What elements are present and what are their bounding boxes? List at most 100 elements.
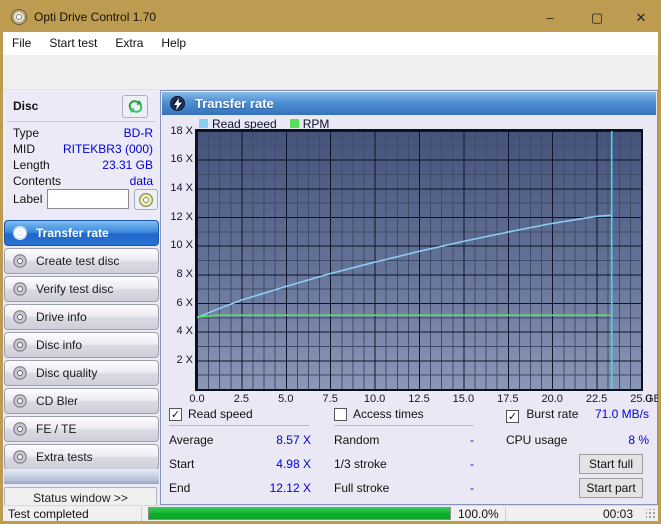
disc-icon [13,254,27,268]
disc-label-row: Label [13,189,158,210]
disc-field-contents: Contents data [13,174,153,188]
transfer-rate-panel: Transfer rate Read speed RPM 2 X4 X6 X8 … [160,90,658,505]
statusbar-divider [141,507,142,521]
disc-icon [13,394,27,408]
sidebar-item-extra-tests[interactable]: Extra tests [4,444,159,470]
disc-label-button[interactable] [134,189,158,210]
stat-row-full-stroke: Full stroke - [334,481,474,495]
menu-start-test[interactable]: Start test [40,32,106,55]
chart-series [197,131,613,389]
app-disc-icon [11,9,27,25]
x-axis-unit-label: GB [645,393,661,405]
progress-bar [148,507,451,520]
burst-rate-row: ✓ Burst rate 71.0 MB/s [506,407,649,423]
statusbar: Test completed 100.0% 00:03 [3,505,658,521]
disc-icon [13,338,27,352]
app-window: Opti Drive Control 1.70 – ▢ ✕ File Start… [0,0,661,524]
sidebar-item-verify-test-disc[interactable]: Verify test disc [4,276,159,302]
sidebar-item-disc-quality[interactable]: Disc quality [4,360,159,386]
y-axis-tick-label: 4 X [176,325,193,338]
stat-row-random: Random - [334,433,474,447]
x-axis-tick-label: 0.0 [189,393,205,405]
burst-rate-checkbox[interactable]: ✓ [506,410,519,423]
divider [7,121,155,122]
minimize-button[interactable]: – [534,3,566,32]
x-axis-tick-label: 7.5 [322,393,338,405]
read-speed-checkbox-label: Read speed [188,407,253,421]
sidebar-item-cd-bler[interactable]: CD Bler [4,388,159,414]
titlebar: Opti Drive Control 1.70 – ▢ ✕ [3,3,658,32]
stat-row-start: Start 4.98 X [169,457,311,471]
y-axis-tick-label: 18 X [170,124,193,137]
transfer-rate-icon [170,96,185,111]
chart-plot-area [197,131,641,389]
maximize-button[interactable]: ▢ [581,3,613,32]
x-axis-tick-label: 17.5 [497,393,519,405]
burst-rate-value: 71.0 MB/s [594,407,649,421]
disc-icon [13,366,27,380]
disc-icon [13,226,27,240]
stat-row-average: Average 8.57 X [169,433,311,447]
y-axis-tick-label: 6 X [176,296,193,309]
panel-title: Transfer rate [195,96,274,111]
divider [169,425,309,426]
disc-field-type: Type BD-R [13,126,153,140]
x-axis-tick-label: 22.5 [585,393,608,405]
read-speed-checkbox[interactable]: ✓ [169,407,182,421]
legend-swatch-read-speed [199,119,208,128]
resize-grip[interactable] [646,509,656,519]
start-part-button[interactable]: Start part [579,478,643,498]
disc-icon [13,422,27,436]
window-title: Opti Drive Control 1.70 [34,10,157,24]
disc-field-mid: MID RITEKBR3 (000) [13,142,153,156]
start-full-button[interactable]: Start full [579,454,643,474]
y-axis-tick-label: 2 X [176,353,193,366]
menu-help[interactable]: Help [152,32,195,55]
access-times-checkbox-row: Access times [334,407,424,421]
y-axis-tick-label: 8 X [176,267,193,280]
x-axis-tick-label: 10.0 [363,393,386,405]
access-times-checkbox[interactable] [334,407,347,421]
menu-file[interactable]: File [3,32,40,55]
sidebar-item-transfer-rate[interactable]: Transfer rate [4,220,159,246]
y-axis-tick-label: 14 X [170,181,193,194]
x-axis-tick-label: 2.5 [233,393,250,405]
disc-icon [13,450,27,464]
access-times-checkbox-label: Access times [353,407,424,421]
series-rpm [197,314,612,319]
x-axis-tick-label: 15.0 [452,393,475,405]
sidebar-item-fe-te[interactable]: FE / TE [4,416,159,442]
stat-row-end: End 12.12 X [169,481,311,495]
cpu-usage-row: CPU usage 8 % [506,433,649,447]
refresh-disc-button[interactable] [122,95,148,118]
y-axis-tick-label: 10 X [170,239,193,252]
progress-bar-fill [149,508,450,519]
close-button[interactable]: ✕ [625,3,657,32]
chart-frame [195,129,643,391]
statusbar-divider [505,507,506,521]
disc-icon [13,282,27,296]
disc-label-input[interactable] [47,189,129,209]
stat-row-third-stroke: 1/3 stroke - [334,457,474,471]
divider [334,425,474,426]
progress-percent: 100.0% [458,507,499,521]
burst-rate-label: Burst rate [526,407,579,421]
disc-panel-title: Disc [13,99,39,113]
toolbar: Drive (G:) HL-DT-ST BD-RE WH16NS48 1.D3 [3,55,658,141]
sidebar-item-create-test-disc[interactable]: Create test disc [4,248,159,274]
menu-extra[interactable]: Extra [106,32,152,55]
x-axis-tick-label: 20.0 [541,393,563,405]
sidebar-item-drive-info[interactable]: Drive info [4,304,159,330]
disc-icon [13,310,27,324]
disc-field-length: Length 23.31 GB [13,158,153,172]
elapsed-time: 00:03 [602,507,633,521]
refresh-icon [128,99,142,114]
series-read-speed [197,214,612,319]
sidebar-gradient-strip [4,469,159,484]
x-axis-tick-label: 12.5 [408,393,430,405]
y-axis-tick-label: 12 X [170,210,193,223]
read-speed-checkbox-row: ✓ Read speed [169,407,253,421]
disc-label-caption: Label [13,192,43,206]
gold-disc-icon [139,192,153,207]
sidebar-item-disc-info[interactable]: Disc info [4,332,159,358]
